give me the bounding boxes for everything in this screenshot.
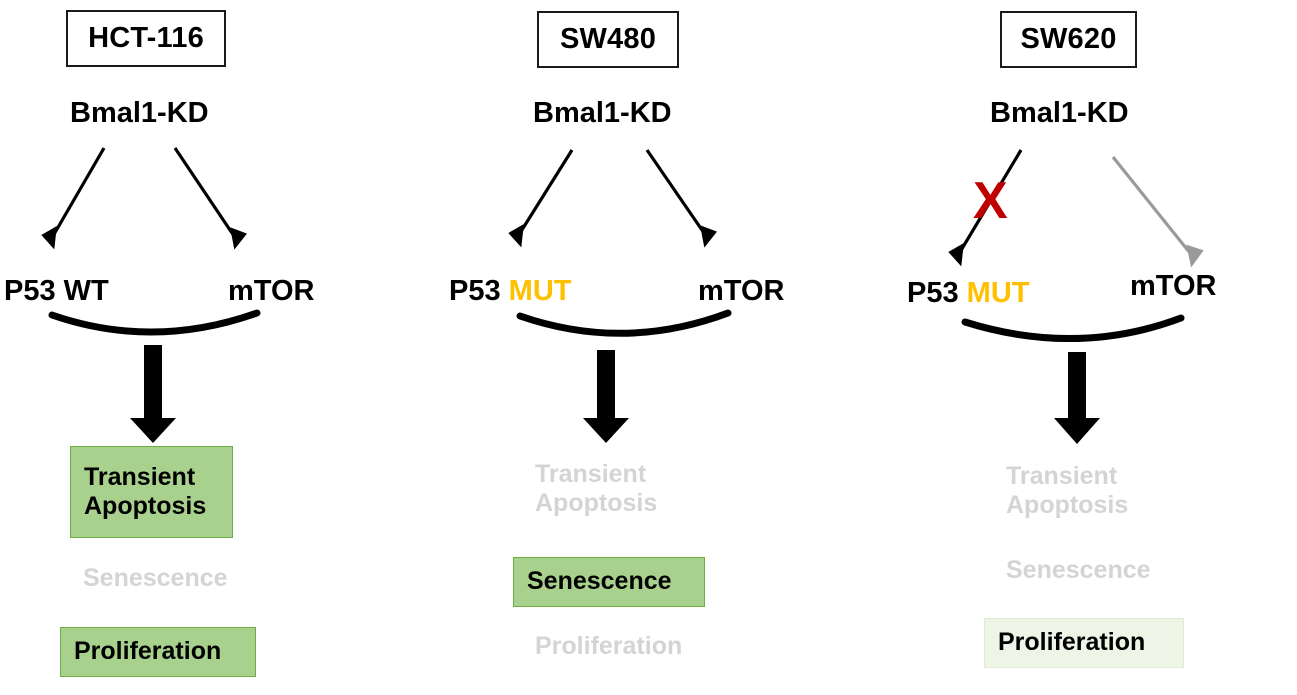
- title-text: HCT-116: [88, 22, 204, 54]
- arrow-bmal1-to-mtor: [173, 147, 247, 250]
- panel-sw480: SW480 Bmal1-KD P53 MUT mTOR Transient Ap…: [432, 0, 864, 695]
- node-mtor: mTOR: [1130, 272, 1216, 301]
- arrow-bmal1-to-p53: [41, 147, 106, 250]
- pathway-diagram: HCT-116 Bmal1-KD P53 WT mTOR Transient A…: [0, 0, 1297, 695]
- node-p53-state: MUT: [508, 275, 572, 307]
- arrow-bmal1-to-mtor: [645, 149, 717, 248]
- node-p53: P53 MUT: [907, 279, 1030, 308]
- title-box-sw480: SW480: [537, 11, 679, 68]
- block-arrow-to-outcomes: [130, 345, 176, 443]
- node-label-text: Bmal1-KD: [533, 97, 672, 129]
- node-p53: P53 WT: [4, 277, 109, 306]
- title-box-sw620: SW620: [1000, 11, 1137, 68]
- node-p53: P53 MUT: [449, 277, 572, 306]
- outcome-transient-apoptosis: Transient Apoptosis: [535, 459, 658, 518]
- title-text: SW620: [1020, 23, 1117, 55]
- node-p53-state: WT: [63, 275, 109, 307]
- outcome-senescence: Senescence: [83, 564, 228, 593]
- node-bmal1-kd: Bmal1-KD: [990, 99, 1129, 128]
- outcome-transient-apoptosis: Transient Apoptosis: [1006, 461, 1129, 520]
- outcome-transient-apoptosis: Transient Apoptosis: [70, 446, 233, 538]
- node-mtor: mTOR: [698, 277, 784, 306]
- x-icon-glyph: X: [973, 172, 1008, 230]
- outcome-senescence: Senescence: [1006, 556, 1151, 585]
- brace-p53-mtor: [48, 309, 261, 336]
- node-mtor-text: mTOR: [698, 275, 785, 307]
- outcome-proliferation: Proliferation: [60, 627, 256, 677]
- arrow-bmal1-to-mtor-gray: [1111, 155, 1204, 268]
- block-arrow-to-outcomes: [583, 350, 629, 443]
- node-p53-name: P53: [4, 275, 64, 307]
- node-bmal1-kd: Bmal1-KD: [533, 99, 672, 128]
- title-text: SW480: [559, 23, 657, 55]
- panel-sw620: X SW620 Bmal1-KD P53 MUT mTOR Transient …: [865, 0, 1297, 695]
- panel-hct-116: HCT-116 Bmal1-KD P53 WT mTOR Transient A…: [0, 0, 432, 695]
- node-p53-name: P53: [907, 277, 967, 309]
- brace-p53-mtor: [516, 309, 732, 337]
- outcome-proliferation: Proliferation: [535, 632, 683, 661]
- node-mtor: mTOR: [228, 277, 314, 306]
- blocked-marker-x-icon: X: [973, 175, 1008, 227]
- node-p53-state: MUT: [966, 277, 1030, 309]
- node-mtor-text: mTOR: [1130, 270, 1217, 302]
- node-label-text: Bmal1-KD: [70, 97, 209, 129]
- node-mtor-text: mTOR: [228, 275, 315, 307]
- title-box-hct-116: HCT-116: [66, 10, 226, 67]
- node-p53-name: P53: [449, 275, 509, 307]
- arrow-bmal1-to-p53: [508, 149, 574, 248]
- outcome-senescence: Senescence: [513, 557, 705, 607]
- node-bmal1-kd: Bmal1-KD: [70, 99, 209, 128]
- brace-p53-mtor: [961, 314, 1185, 343]
- block-arrow-to-outcomes: [1054, 352, 1100, 444]
- outcome-proliferation: Proliferation: [984, 618, 1184, 668]
- node-label-text: Bmal1-KD: [990, 97, 1129, 129]
